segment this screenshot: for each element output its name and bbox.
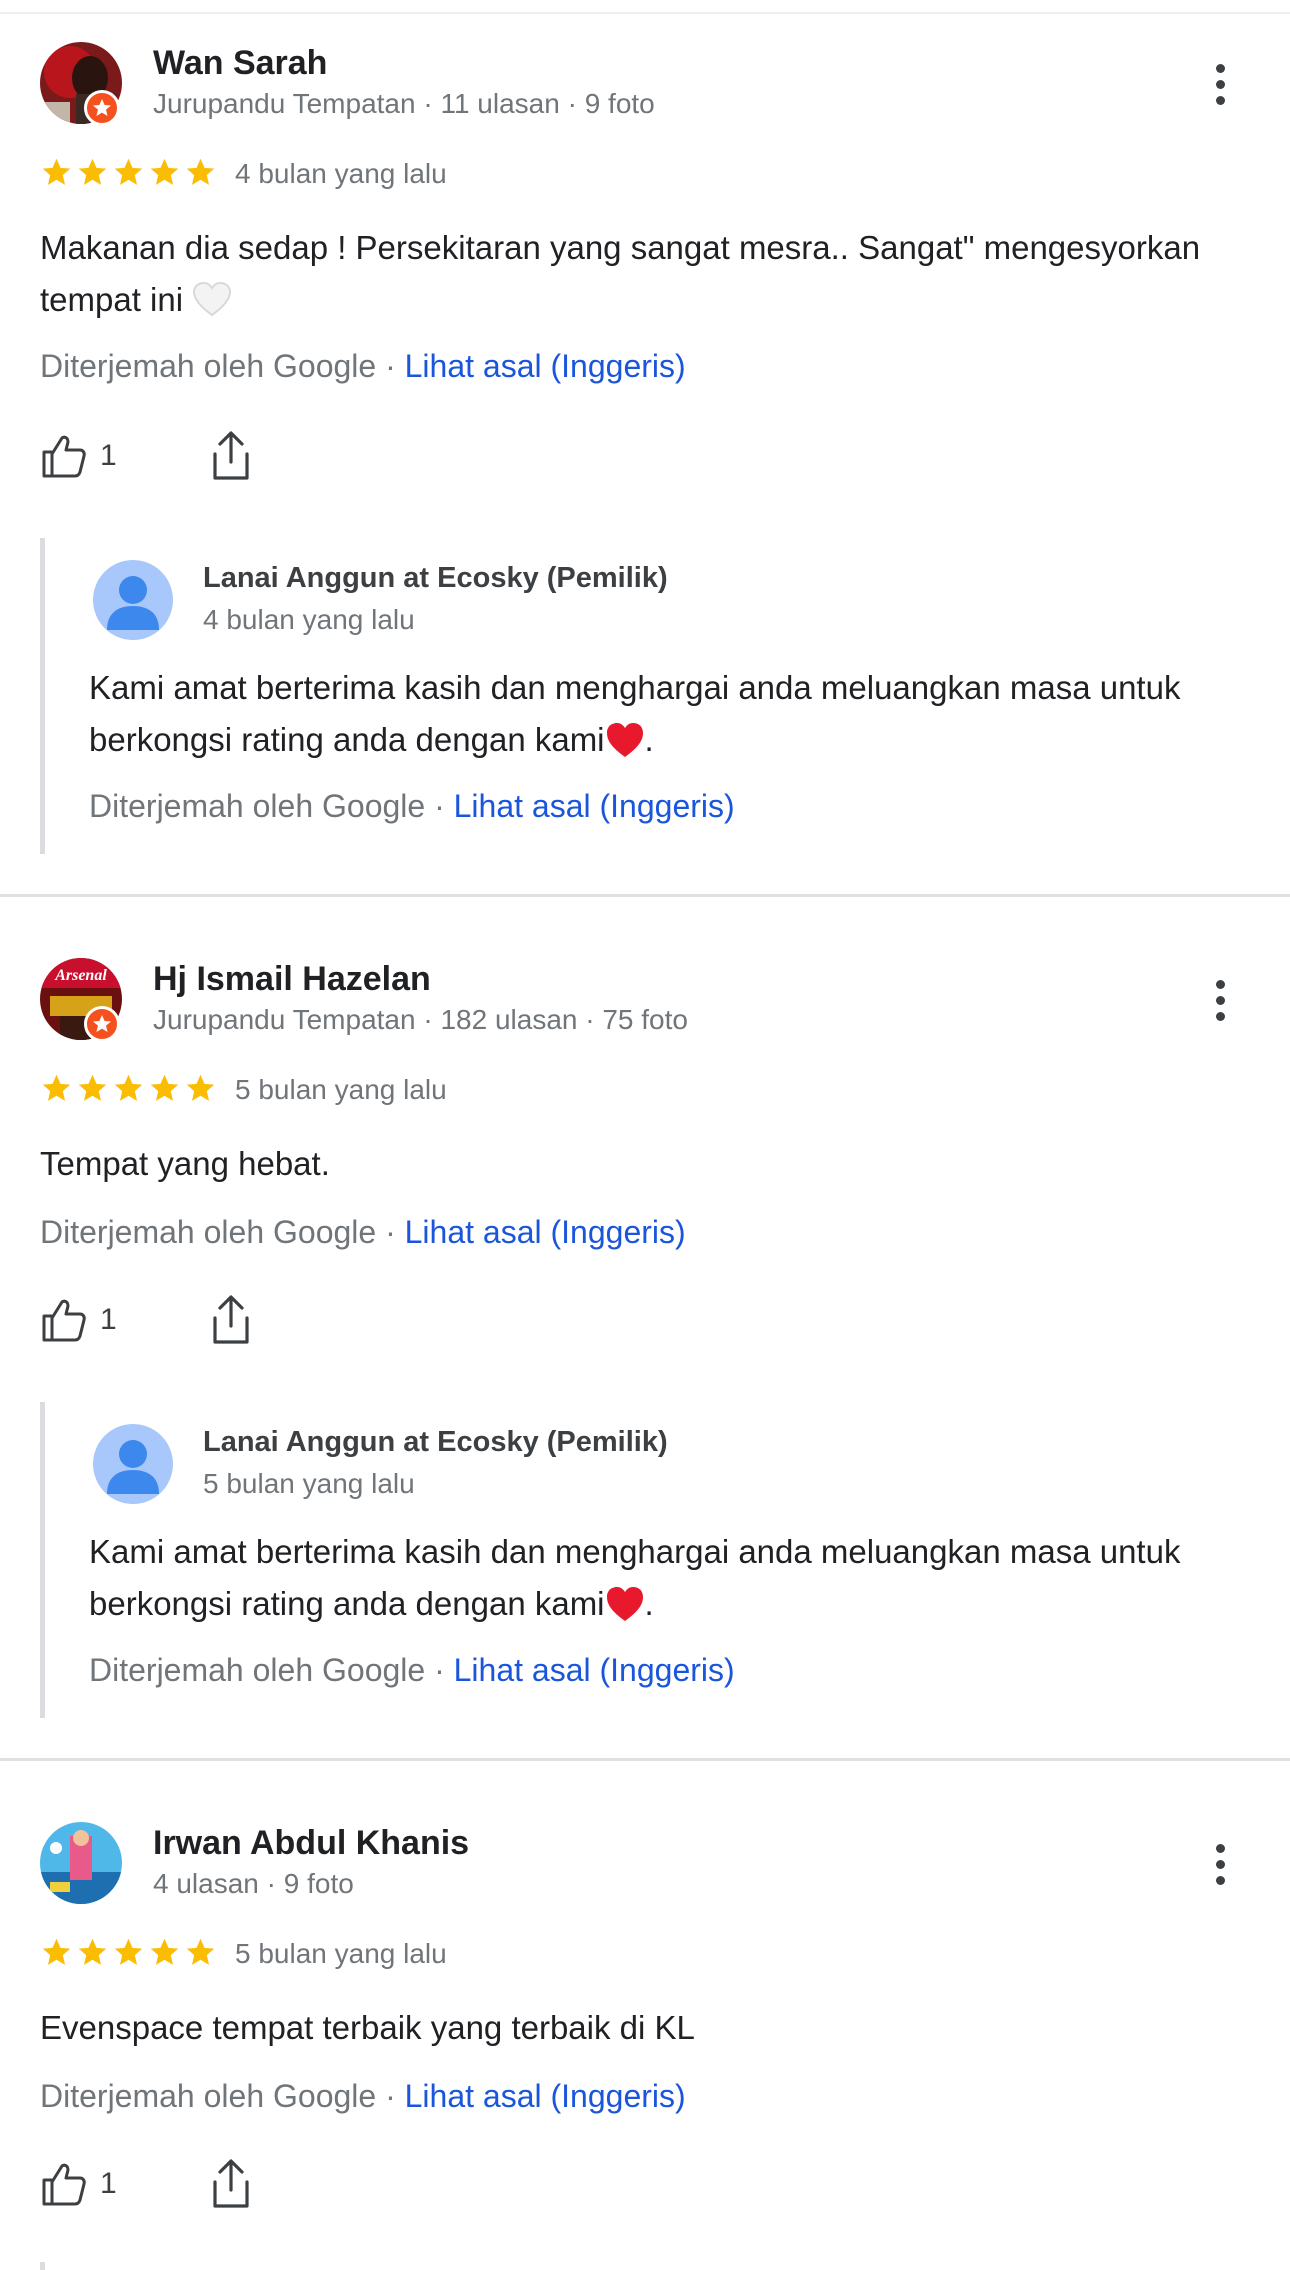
- reviewer-meta: 4 ulasan · 9 foto: [153, 1868, 354, 1899]
- translated-by-label: Diterjemah oleh Google ·: [40, 1214, 405, 1250]
- top-divider: [0, 0, 1290, 14]
- reply-text-end: .: [644, 721, 654, 758]
- reviewer-name[interactable]: Hj Ismail Hazelan: [153, 960, 431, 999]
- star-icon: [186, 1938, 215, 1965]
- owner-reply-partial: [40, 2262, 1245, 2270]
- thumb-up-icon: [42, 435, 86, 478]
- like-count: 1: [100, 439, 117, 472]
- see-original-link[interactable]: Lihat asal (Inggeris): [405, 348, 686, 384]
- reviewer-meta: Jurupandu Tempatan · 182 ulasan · 75 fot…: [153, 1004, 688, 1035]
- like-count: 1: [100, 1303, 117, 1336]
- local-guide-badge-icon: [84, 90, 120, 126]
- star-icon: [186, 1074, 215, 1101]
- review-divider: [0, 1758, 1290, 1761]
- star-rating: [40, 1936, 217, 1969]
- star-icon: [150, 158, 179, 185]
- translation-note: Diterjemah oleh Google · Lihat asal (Ing…: [40, 2078, 686, 2115]
- avatar[interactable]: [40, 1822, 122, 1904]
- owner-reply: Lanai Anggun at Ecosky (Pemilik) 5 bulan…: [40, 1402, 1245, 1718]
- star-icon: [78, 158, 107, 185]
- reply-date: 4 bulan yang lalu: [203, 604, 415, 635]
- like-button[interactable]: 1: [40, 430, 117, 482]
- reviewer-name[interactable]: Irwan Abdul Khanis: [153, 1824, 469, 1863]
- translated-by-label: Diterjemah oleh Google ·: [40, 2078, 405, 2114]
- translated-by-label: Diterjemah oleh Google ·: [89, 788, 454, 824]
- reply-owner-name[interactable]: Lanai Anggun at Ecosky (Pemilik): [203, 1426, 668, 1459]
- local-guide-badge-icon: [84, 1006, 120, 1042]
- see-original-link[interactable]: Lihat asal (Inggeris): [454, 788, 735, 824]
- thumb-up-icon: [42, 2163, 86, 2206]
- review-text: Tempat yang hebat.: [40, 1145, 330, 1182]
- review-text: Evenspace tempat terbaik yang terbaik di…: [40, 2009, 695, 2046]
- translation-note: Diterjemah oleh Google · Lihat asal (Ing…: [40, 348, 686, 385]
- reply-owner-name[interactable]: Lanai Anggun at Ecosky (Pemilik): [203, 562, 668, 595]
- thumb-up-icon: [42, 1299, 86, 1342]
- review-date: 5 bulan yang lalu: [235, 1074, 447, 1105]
- owner-reply: Lanai Anggun at Ecosky (Pemilik) 4 bulan…: [40, 538, 1245, 854]
- translation-note: Diterjemah oleh Google · Lihat asal (Ing…: [40, 1214, 686, 1251]
- see-original-link[interactable]: Lihat asal (Inggeris): [405, 2078, 686, 2114]
- star-icon: [78, 1074, 107, 1101]
- star-icon: [186, 158, 215, 185]
- star-icon: [42, 1074, 71, 1101]
- translated-by-label: Diterjemah oleh Google ·: [40, 348, 405, 384]
- star-icon: [114, 1074, 143, 1101]
- share-icon[interactable]: [208, 1294, 254, 1346]
- star-icon: [114, 158, 143, 185]
- avatar-text: Arsenal: [54, 967, 107, 984]
- star-icon: [78, 1938, 107, 1965]
- owner-avatar-icon: [93, 560, 173, 640]
- see-original-link[interactable]: Lihat asal (Inggeris): [454, 1652, 735, 1688]
- like-count: 1: [100, 2167, 117, 2200]
- owner-avatar-icon: [93, 1424, 173, 1504]
- white-heart-icon: [193, 281, 232, 317]
- reply-text: Kami amat berterima kasih dan menghargai…: [89, 1526, 1219, 1630]
- review-date: 4 bulan yang lalu: [235, 158, 447, 189]
- reply-translation-note: Diterjemah oleh Google · Lihat asal (Ing…: [89, 788, 735, 825]
- translated-by-label: Diterjemah oleh Google ·: [89, 1652, 454, 1688]
- star-rating: [40, 156, 217, 189]
- star-icon: [42, 1938, 71, 1965]
- like-button[interactable]: 1: [40, 1294, 117, 1346]
- share-icon[interactable]: [208, 2158, 254, 2210]
- more-options-icon[interactable]: [1200, 970, 1240, 1030]
- star-icon: [150, 1074, 179, 1101]
- reply-date: 5 bulan yang lalu: [203, 1468, 415, 1499]
- reply-translation-note: Diterjemah oleh Google · Lihat asal (Ing…: [89, 1652, 735, 1689]
- more-options-icon[interactable]: [1200, 1834, 1240, 1894]
- star-icon: [42, 158, 71, 185]
- see-original-link[interactable]: Lihat asal (Inggeris): [405, 1214, 686, 1250]
- star-icon: [150, 1938, 179, 1965]
- share-icon[interactable]: [208, 430, 254, 482]
- reply-text: Kami amat berterima kasih dan menghargai…: [89, 662, 1219, 766]
- like-button[interactable]: 1: [40, 2158, 117, 2210]
- red-heart-icon: [606, 723, 643, 757]
- red-heart-icon: [606, 1587, 643, 1621]
- star-icon: [114, 1938, 143, 1965]
- reviewer-name[interactable]: Wan Sarah: [153, 44, 327, 83]
- star-rating: [40, 1072, 217, 1105]
- review-text: Makanan dia sedap ! Persekitaran yang sa…: [40, 222, 1220, 326]
- more-options-icon[interactable]: [1200, 54, 1240, 114]
- reviewer-meta: Jurupandu Tempatan · 11 ulasan · 9 foto: [153, 88, 655, 119]
- review-divider: [0, 894, 1290, 897]
- review-date: 5 bulan yang lalu: [235, 1938, 447, 1969]
- reply-text-end: .: [644, 1585, 654, 1622]
